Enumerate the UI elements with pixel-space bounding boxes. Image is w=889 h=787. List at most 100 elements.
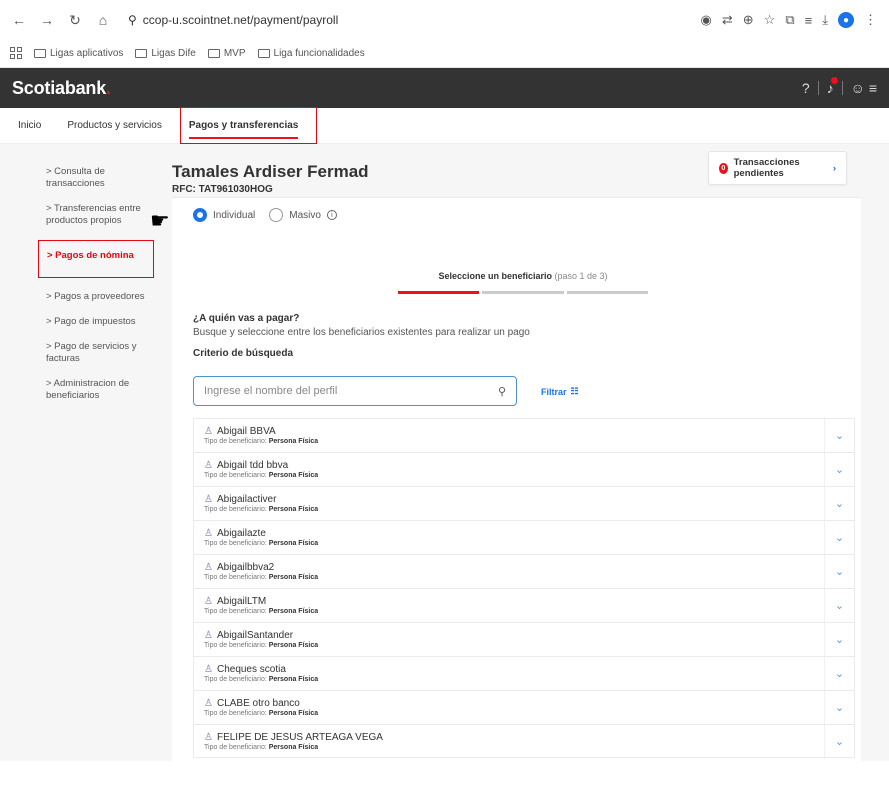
question-title: ¿A quién vas a pagar? <box>193 313 300 324</box>
search-icon[interactable]: ⚲ <box>498 385 506 398</box>
user-menu-icon[interactable]: ☺ ≡ <box>851 80 877 96</box>
user-icon: ♙ <box>204 562 213 573</box>
apps-grid-icon[interactable] <box>10 47 22 59</box>
hand-cursor-icon: ☛ <box>150 208 170 233</box>
chevron-down-icon[interactable]: ⌄ <box>824 691 854 724</box>
chevron-down-icon[interactable]: ⌄ <box>824 521 854 554</box>
help-icon[interactable]: ? <box>802 80 810 96</box>
bookmark-liga-funcionalidades[interactable]: Liga funcionalidades <box>257 48 365 59</box>
translate-icon[interactable]: ⇄ <box>722 12 733 28</box>
list-item[interactable]: ♙ Abigailazte Tipo de beneficiario: Person… <box>193 520 855 554</box>
pending-transactions-button[interactable]: 0 Transacciones pendientes › <box>708 151 847 185</box>
profile-header: Tamales Ardiser Fermad RFC: TAT961030HOG <box>172 162 369 195</box>
forward-icon[interactable]: → <box>36 9 58 31</box>
address-bar[interactable]: ⚲ ccop-u.scointnet.net/payment/payroll <box>120 6 346 34</box>
chevron-down-icon[interactable]: ⌄ <box>824 419 854 452</box>
pending-label: Transacciones pendientes <box>733 157 800 179</box>
payment-type-radio-group: Individual Masivo i <box>193 208 337 222</box>
back-icon[interactable]: ← <box>8 9 30 31</box>
sidebar-item-pago-servicios[interactable]: > Pago de servicios y facturas <box>0 341 172 365</box>
more-icon[interactable]: ⋮ <box>864 12 877 28</box>
location-icon[interactable]: ◉ <box>701 12 712 28</box>
list-item[interactable]: ♙ AbigailLTM Tipo de beneficiario: Persona… <box>193 588 855 622</box>
folder-icon <box>34 48 46 58</box>
sidebar-item-consulta[interactable]: > Consulta de transacciones <box>0 166 172 190</box>
search-criteria-label: Criterio de búsqueda <box>193 348 294 359</box>
sidebar-item-pagos-nomina[interactable]: > Pagos de nómina <box>38 240 154 278</box>
page-title: Tamales Ardiser Fermad <box>172 162 369 181</box>
folder-icon <box>135 48 148 58</box>
step-bar-1 <box>398 291 480 294</box>
home-icon[interactable]: ⌂ <box>92 9 114 31</box>
radio-masivo[interactable]: Masivo i <box>269 208 337 222</box>
bookmark-ligas-aplicativos[interactable]: Ligas aplicativos <box>34 48 123 59</box>
notification-icon[interactable]: ♪ <box>827 77 838 96</box>
user-icon: ♙ <box>204 664 213 675</box>
chevron-down-icon[interactable]: ⌄ <box>824 453 854 486</box>
chevron-right-icon: › <box>832 162 836 174</box>
chevron-down-icon[interactable]: ⌄ <box>824 555 854 588</box>
radio-selected-icon <box>193 208 207 222</box>
rfc-label: RFC: TAT961030HOG <box>172 184 273 195</box>
list-item[interactable]: ♙ Abigailactiver Tipo de beneficiario: Per… <box>193 486 855 520</box>
step-label: Seleccione un beneficiario <box>438 271 552 281</box>
search-box[interactable]: ⚲ <box>193 376 517 406</box>
list-item[interactable]: ♙ Abigail tdd bbva Tipo de beneficiario: P… <box>193 452 855 486</box>
user-icon: ♙ <box>204 494 213 505</box>
radio-unselected-icon <box>269 208 284 222</box>
filter-icon: ☷ <box>570 386 579 396</box>
step-bar-3 <box>566 291 648 294</box>
user-icon: ♙ <box>204 698 213 709</box>
user-icon: ♙ <box>204 630 213 641</box>
list-item[interactable]: ♙ CLABE otro banco Tipo de beneficiario: P… <box>193 690 855 724</box>
beneficiary-list: ♙ Abigail BBVA Tipo de beneficiario: Perso… <box>193 418 855 758</box>
reading-list-icon[interactable]: ≡ <box>805 13 813 28</box>
sidebar-item-administracion[interactable]: > Administracion de beneficiarios <box>0 378 172 402</box>
chevron-down-icon[interactable]: ⌄ <box>824 589 854 622</box>
radio-individual[interactable]: Individual <box>193 208 255 222</box>
chevron-down-icon[interactable]: ⌄ <box>824 657 854 690</box>
list-item[interactable]: ♙ FELIPE DE JESUS ARTEAGA VEGA Tipo de ben… <box>193 724 855 758</box>
list-item[interactable]: ♙ AbigailSantander Tipo de beneficiario: P… <box>193 622 855 656</box>
download-icon[interactable]: ⤓ <box>822 12 828 28</box>
zoom-icon[interactable]: ⊕ <box>743 12 754 28</box>
url-text[interactable]: ccop-u.scointnet.net/payment/payroll <box>143 13 338 27</box>
profile-icon[interactable]: ● <box>838 12 854 28</box>
chevron-down-icon[interactable]: ⌄ <box>824 623 854 656</box>
bookmarks-bar: Ligas aplicativos Ligas Dife MVP Liga fu… <box>0 40 889 66</box>
user-icon: ♙ <box>204 460 213 471</box>
menu-productos-servicios[interactable]: Productos y servicios <box>67 120 161 131</box>
chevron-down-icon[interactable]: ⌄ <box>824 725 854 757</box>
folder-icon <box>207 48 220 58</box>
question-subtitle: Busque y seleccione entre los beneficiar… <box>193 327 530 338</box>
star-icon[interactable]: ☆ <box>764 12 776 28</box>
site-info-icon[interactable]: ⚲ <box>128 13 137 27</box>
menu-pagos-transferencias[interactable]: Pagos y transferencias <box>179 107 318 144</box>
bookmark-mvp[interactable]: MVP <box>207 48 246 59</box>
search-input[interactable] <box>204 385 498 397</box>
browser-toolbar: ← → ↻ ⌂ ⚲ ccop-u.scointnet.net/payment/p… <box>0 0 889 40</box>
sidebar-item-pagos-proveedores[interactable]: > Pagos a proveedores <box>0 291 172 303</box>
sidebar-item-pago-impuestos[interactable]: > Pago de impuestos <box>0 316 172 328</box>
filter-button[interactable]: Filtrar ☷ <box>541 386 579 397</box>
user-icon: ♙ <box>204 426 213 437</box>
sidebar-item-transferencias[interactable]: > Transferencias entre productos propios <box>0 203 172 227</box>
notification-badge <box>830 77 838 84</box>
pending-count-badge: 0 <box>719 162 728 174</box>
sidebar: > Consulta de transacciones > Transferen… <box>0 144 172 415</box>
reload-icon[interactable]: ↻ <box>64 9 86 31</box>
scotiabank-logo[interactable]: Scotiabank. <box>12 78 111 99</box>
bookmark-ligas-dife[interactable]: Ligas Dife <box>135 48 196 59</box>
list-item[interactable]: ♙ Cheques scotia Tipo de beneficiario: Per… <box>193 656 855 690</box>
chevron-down-icon[interactable]: ⌄ <box>824 487 854 520</box>
user-icon: ♙ <box>204 731 213 743</box>
browser-chrome: ← → ↻ ⌂ ⚲ ccop-u.scointnet.net/payment/p… <box>0 0 889 68</box>
menu-inicio[interactable]: Inicio <box>18 120 41 131</box>
step-sublabel: (paso 1 de 3) <box>554 271 608 281</box>
info-icon[interactable]: i <box>326 210 337 220</box>
user-icon: ♙ <box>204 528 213 539</box>
list-item[interactable]: ♙ Abigailbbva2 Tipo de beneficiario: Perso… <box>193 554 855 588</box>
step-progress <box>398 291 648 294</box>
list-item[interactable]: ♙ Abigail BBVA Tipo de beneficiario: Perso… <box>193 418 855 452</box>
extensions-icon[interactable]: ⧉ <box>785 12 794 28</box>
